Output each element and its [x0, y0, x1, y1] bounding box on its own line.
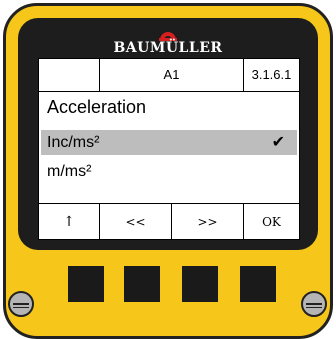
softkey-back[interactable]: <<	[100, 204, 172, 240]
menu-title: Acceleration	[47, 97, 147, 117]
keypad-device: BAUMÜLLER A1 3.1.6.1 Acceleration Inc/ms…	[0, 0, 336, 339]
hardware-button-2[interactable]	[124, 266, 160, 302]
header-left-cell	[39, 59, 100, 91]
hardware-button-4[interactable]	[240, 266, 276, 302]
header-menu-code: 3.1.6.1	[251, 67, 292, 82]
menu-item-m-per-ms2[interactable]: m/ms²	[41, 159, 297, 184]
softkey-bar: ↑ << >> OK	[39, 203, 299, 240]
menu-item-label: Inc/ms²	[47, 134, 100, 151]
menu-item-inc-per-ms2[interactable]: Inc/ms² ✔	[41, 130, 297, 155]
softkey-forward[interactable]: >>	[172, 204, 244, 240]
display-header: A1 3.1.6.1	[39, 59, 299, 92]
screw-icon	[8, 291, 34, 317]
softkey-ok[interactable]: OK	[244, 204, 299, 240]
hardware-button-3[interactable]	[182, 266, 218, 302]
header-drive-name: A1	[100, 59, 244, 91]
softkey-up[interactable]: ↑	[39, 204, 100, 240]
menu-item-label: m/ms²	[47, 163, 92, 180]
baumuller-logo-icon	[159, 32, 177, 41]
hardware-button-1[interactable]	[68, 266, 104, 302]
lcd-display: A1 3.1.6.1 Acceleration Inc/ms² ✔ m/ms² …	[38, 58, 300, 240]
brand-name: BAUMÜLLER	[113, 40, 223, 56]
screw-icon	[301, 291, 327, 317]
checkmark-icon: ✔	[271, 134, 285, 151]
